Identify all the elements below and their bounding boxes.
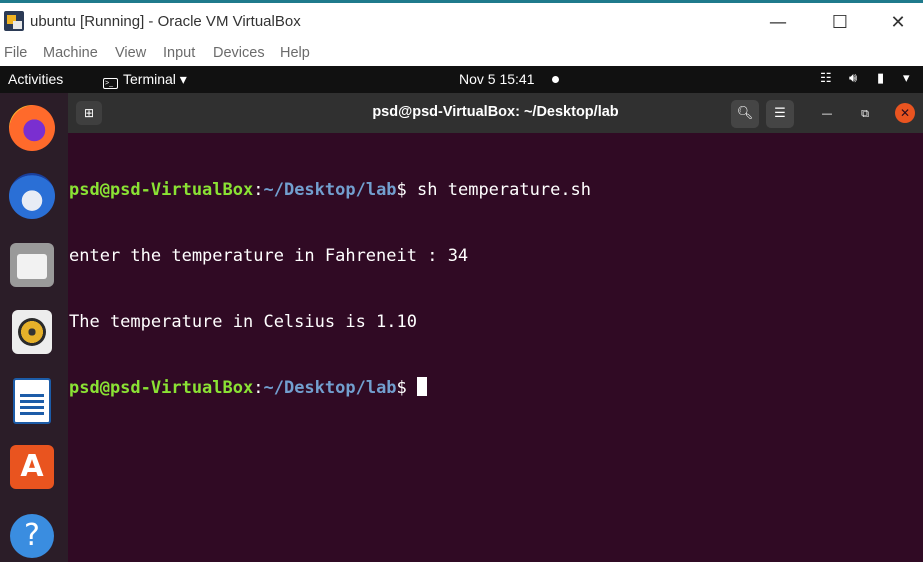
hamburger-icon: ☰ xyxy=(774,106,786,121)
terminal-minimize-button[interactable]: — xyxy=(817,104,837,124)
prompt-colon: : xyxy=(253,180,264,200)
search-button[interactable]: 🔍︎ xyxy=(731,100,759,128)
terminal-icon: >_ xyxy=(103,78,118,89)
terminal-output-line: The temperature in Celsius is 1.10 xyxy=(69,312,417,332)
network-icon[interactable]: ☷ xyxy=(820,70,832,86)
activities-button[interactable]: Activities xyxy=(8,71,63,87)
battery-icon[interactable]: ▮ xyxy=(877,70,884,86)
dock: A ? xyxy=(0,93,68,562)
thunderbird-icon[interactable] xyxy=(9,173,55,219)
prompt-user: psd@psd-VirtualBox xyxy=(69,378,254,398)
menu-devices[interactable]: Devices xyxy=(213,45,265,61)
terminal-line-prompt: psd@psd-VirtualBox:~/Desktop/lab$ xyxy=(69,377,919,399)
terminal-maximize-button[interactable]: ⧉ xyxy=(855,104,875,124)
prompt-symbol: $ xyxy=(396,180,418,200)
ubuntu-software-icon[interactable]: A xyxy=(10,445,54,489)
minimize-button[interactable]: — xyxy=(755,9,801,37)
search-icon: 🔍︎ xyxy=(736,106,754,121)
prompt-path: ~/Desktop/lab xyxy=(263,180,397,200)
app-menu-terminal[interactable]: >_ Terminal ▾ xyxy=(103,71,187,89)
maximize-button[interactable]: ☐ xyxy=(817,9,863,37)
notification-dot-icon xyxy=(552,76,559,83)
window-title: ubuntu [Running] - Oracle VM VirtualBox xyxy=(30,13,301,30)
terminal-output-line: enter the temperature in Fahreneit : 34 xyxy=(69,246,469,266)
terminal-title: psd@psd-VirtualBox: ~/Desktop/lab xyxy=(372,104,619,120)
clock[interactable]: Nov 5 15:41 xyxy=(459,71,535,87)
libreoffice-writer-icon[interactable] xyxy=(13,378,51,424)
app-menu-label: Terminal ▾ xyxy=(123,71,187,87)
files-icon[interactable] xyxy=(10,243,54,287)
terminal-close-button[interactable]: ✕ xyxy=(895,103,915,123)
terminal-line-command: psd@psd-VirtualBox:~/Desktop/lab$ sh tem… xyxy=(69,179,919,201)
virtualbox-logo-icon xyxy=(4,11,24,31)
terminal-window[interactable]: ⊞ psd@psd-VirtualBox: ~/Desktop/lab 🔍︎ ☰… xyxy=(68,93,923,562)
menu-bar: File Machine View Input Devices Help xyxy=(0,42,923,66)
gnome-top-bar: Activities >_ Terminal ▾ Nov 5 15:41 ☷ 🔊︎… xyxy=(0,66,923,93)
virtualbox-window-titlebar: ubuntu [Running] - Oracle VM VirtualBox … xyxy=(0,0,923,42)
system-menu-icon[interactable]: ▾ xyxy=(903,70,910,86)
firefox-icon[interactable] xyxy=(9,105,55,151)
volume-icon[interactable]: 🔊︎ xyxy=(849,70,857,86)
menu-help[interactable]: Help xyxy=(280,45,310,61)
terminal-output[interactable]: psd@psd-VirtualBox:~/Desktop/lab$ sh tem… xyxy=(69,135,919,443)
hamburger-menu-button[interactable]: ☰ xyxy=(766,100,794,128)
menu-input[interactable]: Input xyxy=(163,45,195,61)
menu-machine[interactable]: Machine xyxy=(43,45,98,61)
command-text: sh temperature.sh xyxy=(417,180,592,200)
help-icon[interactable]: ? xyxy=(10,514,54,558)
close-button[interactable]: ✕ xyxy=(875,9,921,37)
rhythmbox-icon[interactable] xyxy=(12,310,52,354)
terminal-header-bar: ⊞ psd@psd-VirtualBox: ~/Desktop/lab 🔍︎ ☰… xyxy=(68,93,923,133)
menu-view[interactable]: View xyxy=(115,45,146,61)
prompt-symbol: $ xyxy=(396,378,418,398)
prompt-user: psd@psd-VirtualBox xyxy=(69,180,254,200)
prompt-colon: : xyxy=(253,378,264,398)
prompt-path: ~/Desktop/lab xyxy=(263,378,397,398)
menu-file[interactable]: File xyxy=(4,45,27,61)
text-cursor xyxy=(417,377,428,396)
